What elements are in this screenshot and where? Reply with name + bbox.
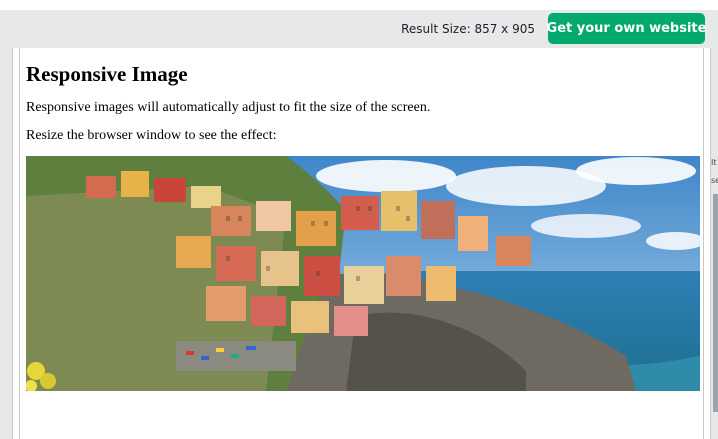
- left-gutter: [0, 48, 12, 439]
- get-your-own-website-button[interactable]: Get your own website: [547, 13, 706, 44]
- page-title: Responsive Image: [26, 62, 188, 86]
- background-text-fragment: se: [711, 176, 718, 185]
- background-page-fragment: [713, 194, 718, 412]
- background-text-fragment: It: [711, 158, 717, 167]
- instruction-paragraph: Resize the browser window to see the eff…: [26, 128, 277, 143]
- top-strip: [0, 0, 718, 10]
- left-frame-border: [12, 48, 20, 439]
- result-size-label: Result Size: 857 x 905: [401, 22, 535, 36]
- result-frame: Responsive Image Responsive images will …: [20, 48, 703, 439]
- right-frame-border: [703, 48, 711, 439]
- responsive-image: [26, 156, 700, 391]
- result-toolbar: Result Size: 857 x 905 Get your own webs…: [0, 10, 718, 48]
- right-gutter: It se: [711, 48, 718, 439]
- intro-paragraph: Responsive images will automatically adj…: [26, 100, 431, 115]
